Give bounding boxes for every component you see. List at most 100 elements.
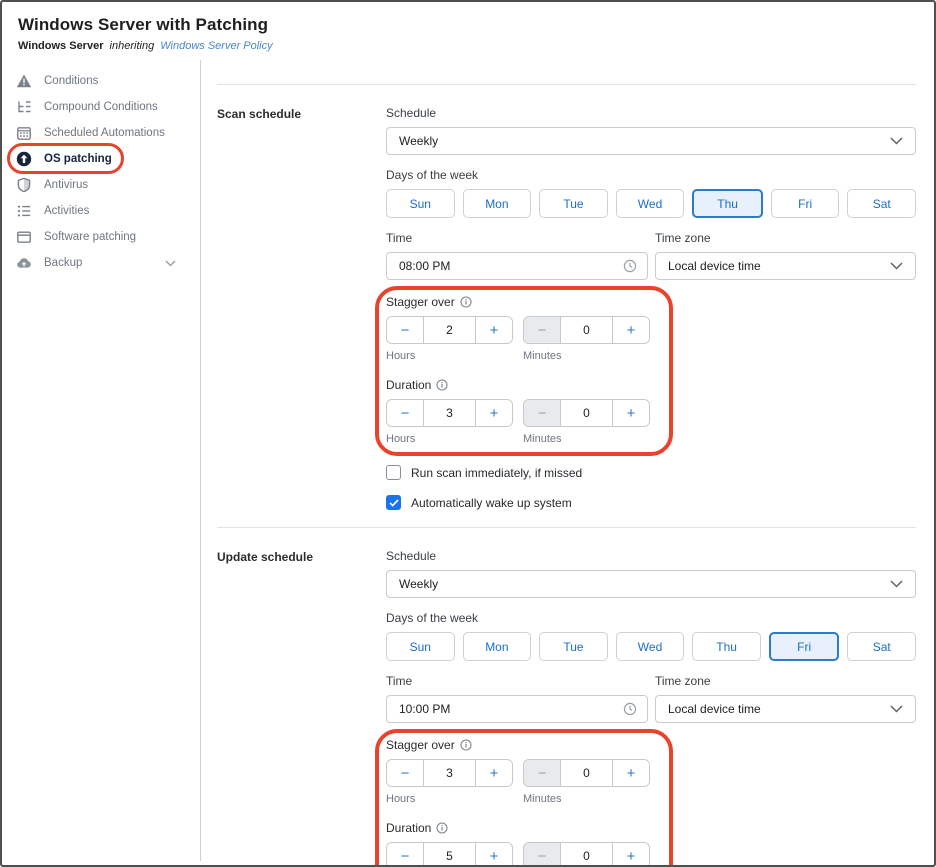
checkbox-label: Automatically wake up system: [411, 496, 572, 510]
scan-day-mon[interactable]: Mon: [463, 189, 532, 218]
checkbox-label: Run scan immediately, if missed: [411, 466, 582, 480]
decrement-button[interactable]: −: [387, 760, 424, 786]
sidebar-item-software-patching[interactable]: Software patching: [2, 224, 200, 250]
sidebar-item-label: Antivirus: [44, 179, 88, 191]
sidebar-item-conditions[interactable]: Conditions: [2, 68, 200, 94]
duration-label: Duration: [386, 378, 431, 392]
scan-schedule-value: Weekly: [399, 134, 438, 148]
checkbox-unchecked[interactable]: [386, 465, 401, 480]
update-duration-minutes-value[interactable]: [561, 843, 612, 867]
chevron-down-icon: [890, 705, 903, 713]
update-time-input[interactable]: [399, 702, 623, 716]
sidebar-item-compound-conditions[interactable]: Compound Conditions: [2, 94, 200, 120]
decrement-button[interactable]: −: [387, 400, 424, 426]
scan-schedule-section: Scan schedule Schedule Weekly Days of th…: [217, 85, 916, 525]
sidebar: Conditions Compound Conditions: [2, 60, 201, 861]
sidebar-item-backup[interactable]: Backup: [2, 250, 200, 276]
update-day-tue[interactable]: Tue: [539, 632, 608, 661]
scan-time-input[interactable]: [399, 259, 623, 273]
update-days-of-week: Sun Mon Tue Wed Thu Fri Sat: [386, 632, 916, 661]
stagger-over-label: Stagger over: [386, 738, 455, 752]
sidebar-item-scheduled-automations[interactable]: Scheduled Automations: [2, 120, 200, 146]
list-icon: [16, 203, 32, 219]
scan-days-of-week: Sun Mon Tue Wed Thu Fri Sat: [386, 189, 916, 218]
update-timezone-dropdown[interactable]: Local device time: [655, 695, 916, 723]
update-duration-minutes-stepper: − +: [523, 842, 650, 867]
sidebar-item-label: Activities: [44, 205, 89, 217]
scan-day-fri[interactable]: Fri: [771, 189, 840, 218]
update-day-mon[interactable]: Mon: [463, 632, 532, 661]
time-label: Time: [386, 231, 648, 245]
info-icon: [436, 379, 448, 391]
scan-time-field[interactable]: [386, 252, 648, 280]
chevron-down-icon: [890, 137, 903, 145]
cloud-icon: [16, 255, 32, 271]
scan-duration-hours-value[interactable]: [424, 400, 475, 426]
update-duration-hours-value[interactable]: [424, 843, 475, 867]
minutes-unit-label: Minutes: [523, 433, 650, 445]
update-duration-hours-stepper: − +: [386, 842, 513, 867]
decrement-button-disabled[interactable]: −: [524, 843, 561, 867]
increment-button[interactable]: +: [475, 400, 512, 426]
decrement-button-disabled[interactable]: −: [524, 760, 561, 786]
decrement-button-disabled[interactable]: −: [524, 317, 561, 343]
scan-day-sat[interactable]: Sat: [847, 189, 916, 218]
days-of-week-label: Days of the week: [386, 168, 916, 182]
sidebar-item-antivirus[interactable]: Antivirus: [2, 172, 200, 198]
scan-duration-minutes-stepper: − +: [523, 399, 650, 427]
info-icon: [436, 822, 448, 834]
update-time-field[interactable]: [386, 695, 648, 723]
stagger-over-label: Stagger over: [386, 295, 455, 309]
scan-duration-minutes-value[interactable]: [561, 400, 612, 426]
increment-button[interactable]: +: [612, 400, 649, 426]
increment-button[interactable]: +: [612, 317, 649, 343]
update-stagger-duration-block: Stagger over − +: [386, 738, 650, 867]
page-title: Windows Server with Patching: [18, 15, 916, 35]
increment-button[interactable]: +: [475, 760, 512, 786]
increment-button[interactable]: +: [475, 843, 512, 867]
update-stagger-minutes-value[interactable]: [561, 760, 612, 786]
update-day-sat[interactable]: Sat: [847, 632, 916, 661]
update-day-wed[interactable]: Wed: [616, 632, 685, 661]
tree-icon: [16, 99, 32, 115]
sidebar-item-os-patching[interactable]: OS patching: [2, 146, 200, 172]
auto-wake-up-checkbox-row[interactable]: Automatically wake up system: [386, 495, 916, 510]
increment-button[interactable]: +: [612, 760, 649, 786]
scan-stagger-hours-value[interactable]: [424, 317, 475, 343]
content: Scan schedule Schedule Weekly Days of th…: [201, 60, 936, 861]
sidebar-item-label: Conditions: [44, 75, 98, 87]
update-schedule-dropdown[interactable]: Weekly: [386, 570, 916, 598]
timezone-label: Time zone: [655, 674, 916, 688]
sidebar-item-activities[interactable]: Activities: [2, 198, 200, 224]
increment-button[interactable]: +: [475, 317, 512, 343]
scan-day-wed[interactable]: Wed: [616, 189, 685, 218]
chevron-down-icon[interactable]: [165, 260, 176, 267]
increment-button[interactable]: +: [612, 843, 649, 867]
minutes-unit-label: Minutes: [523, 350, 650, 362]
update-day-thu[interactable]: Thu: [692, 632, 761, 661]
window-icon: [16, 229, 32, 245]
duration-label: Duration: [386, 821, 431, 835]
checkbox-checked[interactable]: [386, 495, 401, 510]
update-day-fri-selected[interactable]: Fri: [769, 632, 840, 661]
decrement-button[interactable]: −: [387, 317, 424, 343]
decrement-button[interactable]: −: [387, 843, 424, 867]
scan-timezone-dropdown[interactable]: Local device time: [655, 252, 916, 280]
scan-stagger-minutes-value[interactable]: [561, 317, 612, 343]
decrement-button-disabled[interactable]: −: [524, 400, 561, 426]
update-day-sun[interactable]: Sun: [386, 632, 455, 661]
scan-day-thu-selected[interactable]: Thu: [692, 189, 763, 218]
run-scan-if-missed-checkbox-row[interactable]: Run scan immediately, if missed: [386, 465, 916, 480]
header: Windows Server with Patching Windows Ser…: [2, 2, 934, 60]
days-of-week-label: Days of the week: [386, 611, 916, 625]
sidebar-item-label: OS patching: [44, 153, 112, 165]
schedule-label: Schedule: [386, 549, 916, 563]
parent-policy-link[interactable]: Windows Server Policy: [160, 40, 272, 52]
update-stagger-hours-value[interactable]: [424, 760, 475, 786]
scan-schedule-dropdown[interactable]: Weekly: [386, 127, 916, 155]
scan-day-sun[interactable]: Sun: [386, 189, 455, 218]
scan-duration-hours-stepper: − +: [386, 399, 513, 427]
update-timezone-value: Local device time: [668, 702, 761, 716]
scan-day-tue[interactable]: Tue: [539, 189, 608, 218]
minutes-unit-label: Minutes: [523, 793, 650, 805]
